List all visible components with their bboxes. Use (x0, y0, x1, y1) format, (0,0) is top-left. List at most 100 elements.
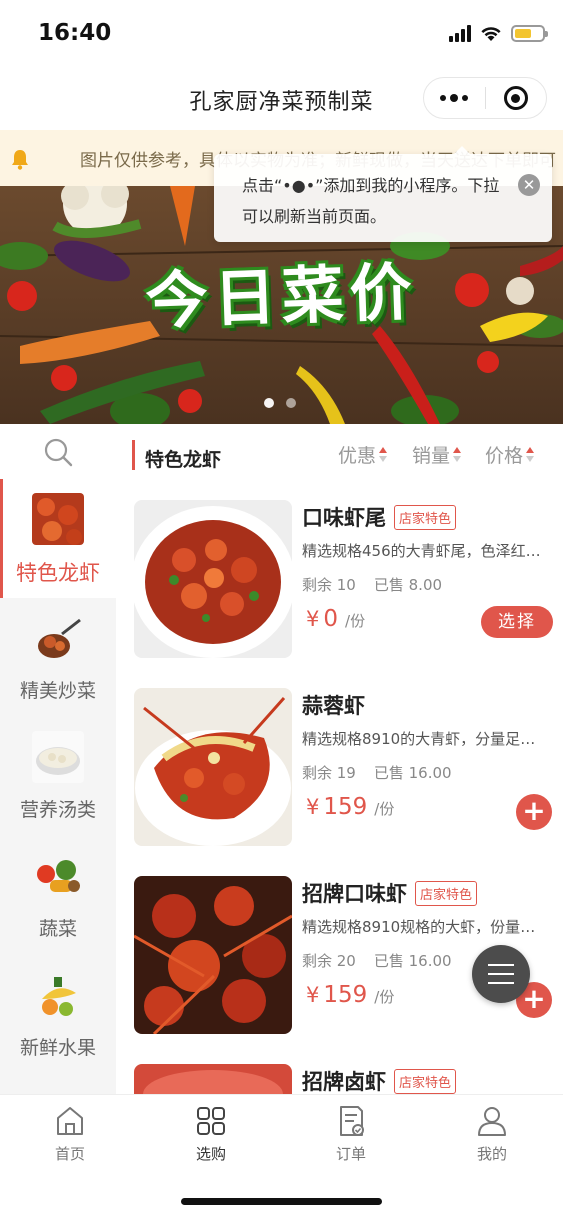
price-unit: /份 (374, 800, 395, 818)
sort-label: 价格 (485, 445, 524, 467)
tab-label: 订单 (335, 1145, 366, 1163)
category-thumb (32, 969, 84, 1021)
product-name-text: 招牌口味虾 (302, 882, 407, 906)
product-stock: 剩余 19 已售 16.00 (302, 762, 452, 783)
add-to-cart-button[interactable]: + (516, 794, 552, 830)
stock-remaining: 剩余 19 (302, 764, 356, 782)
price-currency: ¥ (306, 607, 320, 631)
product-price: ¥159/份 (306, 794, 394, 820)
status-time: 16:40 (38, 20, 112, 46)
tab-label: 选购 (195, 1145, 226, 1163)
search-icon[interactable] (43, 437, 73, 467)
tab-profile[interactable]: 我的 (442, 1105, 542, 1164)
select-spec-button[interactable]: 选择 (481, 606, 553, 638)
order-icon (340, 1106, 364, 1136)
sort-discount[interactable]: 优惠 (338, 441, 388, 468)
add-mini-program-tooltip: 点击“•●•”添加到我的小程序。下拉 可以刷新当前页面。 ✕ (214, 146, 552, 242)
sort-sales[interactable]: 销量 (412, 441, 462, 468)
stock-sold: 已售 16.00 (373, 764, 452, 782)
tab-label: 首页 (54, 1145, 85, 1163)
filter-header: 特色龙虾 优惠 销量 价格 (116, 424, 563, 488)
carousel-dot[interactable] (264, 398, 274, 408)
price-currency: ¥ (306, 795, 320, 819)
price-currency: ¥ (306, 983, 320, 1007)
product-name-text: 招牌卤虾 (302, 1070, 386, 1094)
price-unit: /份 (345, 612, 366, 630)
product-card[interactable]: 口味虾尾 店家特色 精选规格456的大青虾尾，色泽红亮，口味鲜辣 剩余 10 已售… (116, 488, 563, 676)
product-image (134, 500, 292, 658)
tooltip-line: 点击“•●•”添加到我的小程序。下拉 (242, 176, 500, 195)
tab-shop[interactable]: 选购 (161, 1105, 261, 1164)
home-icon (57, 1107, 83, 1135)
stock-remaining: 剩余 10 (302, 576, 356, 594)
bell-icon (12, 150, 28, 170)
stock-sold: 已售 16.00 (373, 952, 452, 970)
product-image (134, 1064, 292, 1094)
category-search[interactable] (0, 424, 116, 479)
product-image (134, 876, 292, 1034)
battery-icon (511, 24, 548, 42)
status-bar: 16:40 (0, 0, 563, 66)
app-root: 16:40 孔家厨净菜预制菜 图片仅供参考，具体以实物为准；新鲜现做，当 (0, 0, 563, 1218)
section-marker (132, 440, 135, 470)
current-category-title: 特色龙虾 (145, 449, 222, 471)
sort-label: 销量 (412, 445, 451, 467)
category-thumb (32, 850, 84, 902)
price-value: 159 (323, 794, 368, 820)
carousel-dot[interactable] (286, 398, 296, 408)
sort-arrow-icon (453, 447, 462, 462)
product-name: 口味虾尾 店家特色 (302, 502, 457, 532)
floating-menu-button[interactable] (472, 945, 530, 1003)
category-label: 新鲜水果 (19, 1037, 96, 1059)
category-item-stir-fry[interactable]: 精美炒菜 (0, 598, 116, 717)
category-thumb (32, 612, 84, 664)
price-value: 159 (323, 982, 368, 1008)
product-desc: 精选规格8910规格的大虾，份量十足，麻辣鲜香 (302, 918, 546, 936)
more-icon[interactable] (424, 93, 485, 102)
close-icon[interactable] (485, 86, 546, 110)
category-item-vegetables[interactable]: 蔬菜 (0, 836, 116, 955)
product-stock: 剩余 10 已售 8.00 (302, 574, 442, 595)
nav-bar: 孔家厨净菜预制菜 (0, 66, 563, 130)
home-indicator[interactable] (181, 1198, 382, 1205)
category-sidebar: 特色龙虾 精美炒菜 营养汤类 蔬菜 新鲜水果 (0, 424, 116, 1094)
sort-arrow-icon (379, 447, 388, 462)
product-card[interactable]: 蒜蓉虾 精选规格8910的大青虾，分量足，蒜香浓郁 剩余 19已售 16.00 … (116, 676, 563, 864)
category-label: 特色龙虾 (16, 561, 100, 585)
product-name-text: 蒜蓉虾 (302, 694, 365, 718)
price-unit: /份 (374, 988, 395, 1006)
tooltip-close-icon[interactable]: ✕ (518, 174, 540, 196)
product-name: 招牌口味虾 店家特色 (302, 878, 478, 908)
product-price: ¥159/份 (306, 982, 394, 1008)
featured-tag: 店家特色 (394, 1068, 457, 1094)
product-desc: 精选规格456的大青虾尾，色泽红亮，口味鲜辣 (302, 542, 546, 560)
product-image (134, 688, 292, 846)
product-card[interactable]: 招牌卤虾 店家特色 (116, 1052, 563, 1094)
category-label: 精美炒菜 (19, 680, 96, 702)
category-item-soup[interactable]: 营养汤类 (0, 717, 116, 836)
stock-sold: 已售 8.00 (373, 576, 443, 594)
product-stock: 剩余 20 已售 16.00 (302, 950, 452, 971)
tab-home[interactable]: 首页 (20, 1105, 120, 1164)
category-item-fruit[interactable]: 新鲜水果 (0, 955, 116, 1074)
product-name: 招牌卤虾 店家特色 (302, 1066, 457, 1094)
category-label: 营养汤类 (19, 799, 96, 821)
tooltip-line: 可以刷新当前页面。 (242, 207, 387, 226)
category-item-lobster[interactable]: 特色龙虾 (0, 479, 116, 598)
product-name: 蒜蓉虾 (302, 690, 365, 720)
category-thumb (32, 493, 84, 545)
stock-remaining: 剩余 20 (302, 952, 356, 970)
wifi-icon (481, 26, 501, 41)
product-price: ¥0/份 (306, 606, 365, 632)
signal-icon (449, 24, 471, 42)
tab-orders[interactable]: 订单 (301, 1105, 401, 1164)
mini-program-capsule (423, 77, 547, 119)
sort-label: 优惠 (338, 445, 377, 467)
sort-price[interactable]: 价格 (485, 441, 535, 468)
price-value: 0 (323, 606, 339, 632)
product-desc: 精选规格8910的大青虾，分量足，蒜香浓郁 (302, 730, 546, 748)
carousel-indicator (264, 398, 296, 408)
product-list: 口味虾尾 店家特色 精选规格456的大青虾尾，色泽红亮，口味鲜辣 剩余 10 已售… (116, 488, 563, 1094)
status-icons (449, 24, 548, 42)
tab-label: 我的 (476, 1145, 507, 1163)
